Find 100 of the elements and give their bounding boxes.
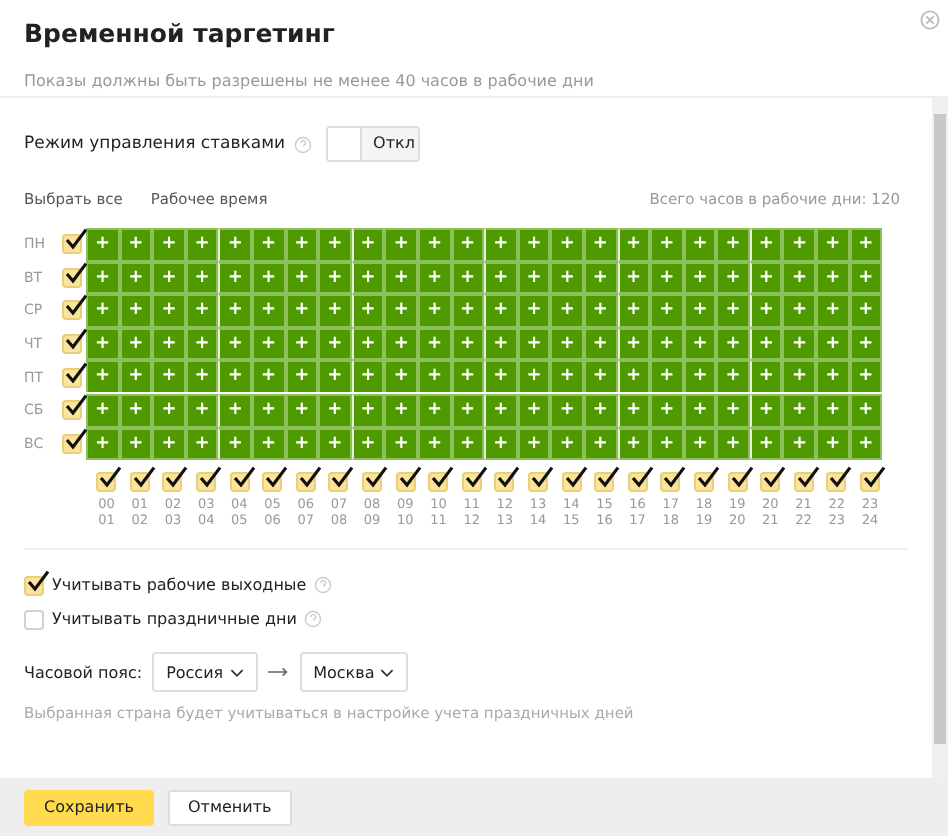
hour-checkbox[interactable] xyxy=(494,472,515,493)
hour-cell[interactable]: + xyxy=(782,394,817,429)
scrollbar[interactable] xyxy=(932,98,948,778)
hour-checkbox[interactable] xyxy=(96,472,117,493)
hour-checkbox[interactable] xyxy=(262,472,283,493)
hour-cell[interactable]: + xyxy=(650,394,684,429)
hour-cell[interactable]: + xyxy=(351,294,385,328)
hour-cell[interactable]: + xyxy=(617,294,651,328)
hour-checkbox[interactable] xyxy=(328,472,349,493)
hour-cell[interactable]: + xyxy=(384,228,418,262)
hour-cell[interactable]: + xyxy=(716,394,750,429)
hour-cell[interactable]: + xyxy=(152,294,186,328)
hour-cell[interactable]: + xyxy=(218,427,252,461)
hour-cell[interactable]: + xyxy=(816,261,850,295)
hour-cell[interactable]: + xyxy=(185,394,219,429)
hour-cell[interactable]: + xyxy=(683,228,717,262)
hour-cell[interactable]: + xyxy=(251,394,286,429)
hour-checkbox[interactable] xyxy=(395,472,416,493)
hour-cell[interactable]: + xyxy=(583,228,617,262)
hour-cell[interactable]: + xyxy=(484,394,518,429)
hour-cell[interactable]: + xyxy=(550,427,584,461)
hour-cell[interactable]: + xyxy=(816,360,850,394)
hour-cell[interactable]: + xyxy=(650,427,684,461)
hour-checkbox[interactable] xyxy=(627,472,648,493)
hour-cell[interactable]: + xyxy=(816,228,850,262)
hour-cell[interactable]: + xyxy=(251,294,286,328)
hour-cell[interactable]: + xyxy=(351,228,385,262)
hour-checkbox[interactable] xyxy=(129,472,150,493)
hour-checkbox[interactable] xyxy=(826,472,847,493)
hour-cell[interactable]: + xyxy=(617,394,651,429)
hour-checkbox[interactable] xyxy=(162,472,183,493)
hour-cell[interactable]: + xyxy=(816,427,850,461)
hour-cell[interactable]: + xyxy=(782,228,817,262)
hour-cell[interactable]: + xyxy=(218,327,252,361)
hour-cell[interactable]: + xyxy=(583,294,617,328)
hour-cell[interactable]: + xyxy=(517,294,551,328)
hour-cell[interactable]: + xyxy=(86,360,120,394)
hour-cell[interactable]: + xyxy=(650,327,684,361)
hour-cell[interactable]: + xyxy=(152,360,186,394)
hour-cell[interactable]: + xyxy=(218,228,252,262)
hour-cell[interactable]: + xyxy=(484,294,518,328)
hour-checkbox[interactable] xyxy=(793,472,814,493)
hour-checkbox[interactable] xyxy=(660,472,681,493)
hour-cell[interactable]: + xyxy=(849,394,883,429)
hour-cell[interactable]: + xyxy=(849,228,883,262)
hour-cell[interactable]: + xyxy=(782,427,817,461)
city-select[interactable]: Москва xyxy=(299,652,409,693)
hour-cell[interactable]: + xyxy=(86,394,120,429)
hour-cell[interactable]: + xyxy=(716,228,750,262)
hour-cell[interactable]: + xyxy=(384,294,418,328)
hour-cell[interactable]: + xyxy=(550,261,584,295)
hour-cell[interactable]: + xyxy=(550,394,584,429)
save-button[interactable]: Сохранить xyxy=(24,789,154,825)
hour-cell[interactable]: + xyxy=(716,294,750,328)
hour-checkbox[interactable] xyxy=(229,472,250,493)
option-checkbox[interactable] xyxy=(24,575,44,596)
cancel-button[interactable]: Отменить xyxy=(168,789,292,825)
hour-cell[interactable]: + xyxy=(152,261,186,295)
hour-cell[interactable]: + xyxy=(650,360,684,394)
hour-checkbox[interactable] xyxy=(727,472,748,493)
hour-cell[interactable]: + xyxy=(86,228,120,262)
hour-checkbox[interactable] xyxy=(295,472,316,493)
hour-cell[interactable]: + xyxy=(185,228,219,262)
hour-cell[interactable]: + xyxy=(716,261,750,295)
hour-cell[interactable]: + xyxy=(218,394,252,429)
hour-cell[interactable]: + xyxy=(683,294,717,328)
hour-cell[interactable]: + xyxy=(384,327,418,361)
hour-cell[interactable]: + xyxy=(650,294,684,328)
hour-cell[interactable]: + xyxy=(384,427,418,461)
hour-cell[interactable]: + xyxy=(119,228,153,262)
hour-cell[interactable]: + xyxy=(782,261,817,295)
hour-cell[interactable]: + xyxy=(384,261,418,295)
hour-cell[interactable]: + xyxy=(251,228,286,262)
hour-cell[interactable]: + xyxy=(417,394,452,429)
hour-cell[interactable]: + xyxy=(152,228,186,262)
hour-cell[interactable]: + xyxy=(451,394,485,429)
hour-cell[interactable]: + xyxy=(451,294,485,328)
hour-cell[interactable]: + xyxy=(86,327,120,361)
hour-cell[interactable]: + xyxy=(617,228,651,262)
option-checkbox[interactable] xyxy=(24,609,44,630)
hour-checkbox[interactable] xyxy=(428,472,449,493)
hour-cell[interactable]: + xyxy=(816,394,850,429)
hour-cell[interactable]: + xyxy=(285,294,319,328)
hour-cell[interactable]: + xyxy=(716,327,750,361)
hour-cell[interactable]: + xyxy=(683,394,717,429)
hour-cell[interactable]: + xyxy=(716,360,750,394)
hour-cell[interactable]: + xyxy=(816,294,850,328)
country-select[interactable]: Россия xyxy=(152,652,258,693)
hour-cell[interactable]: + xyxy=(218,261,252,295)
hour-cell[interactable]: + xyxy=(782,294,817,328)
bid-mode-toggle[interactable]: Откл xyxy=(325,126,420,162)
hour-cell[interactable]: + xyxy=(716,427,750,461)
hour-cell[interactable]: + xyxy=(417,228,452,262)
hour-checkbox[interactable] xyxy=(362,472,383,493)
hour-cell[interactable]: + xyxy=(384,394,418,429)
hour-checkbox[interactable] xyxy=(859,472,880,493)
hour-cell[interactable]: + xyxy=(384,360,418,394)
hour-checkbox[interactable] xyxy=(528,472,549,493)
hour-cell[interactable]: + xyxy=(451,228,485,262)
hour-cell[interactable]: + xyxy=(816,327,850,361)
